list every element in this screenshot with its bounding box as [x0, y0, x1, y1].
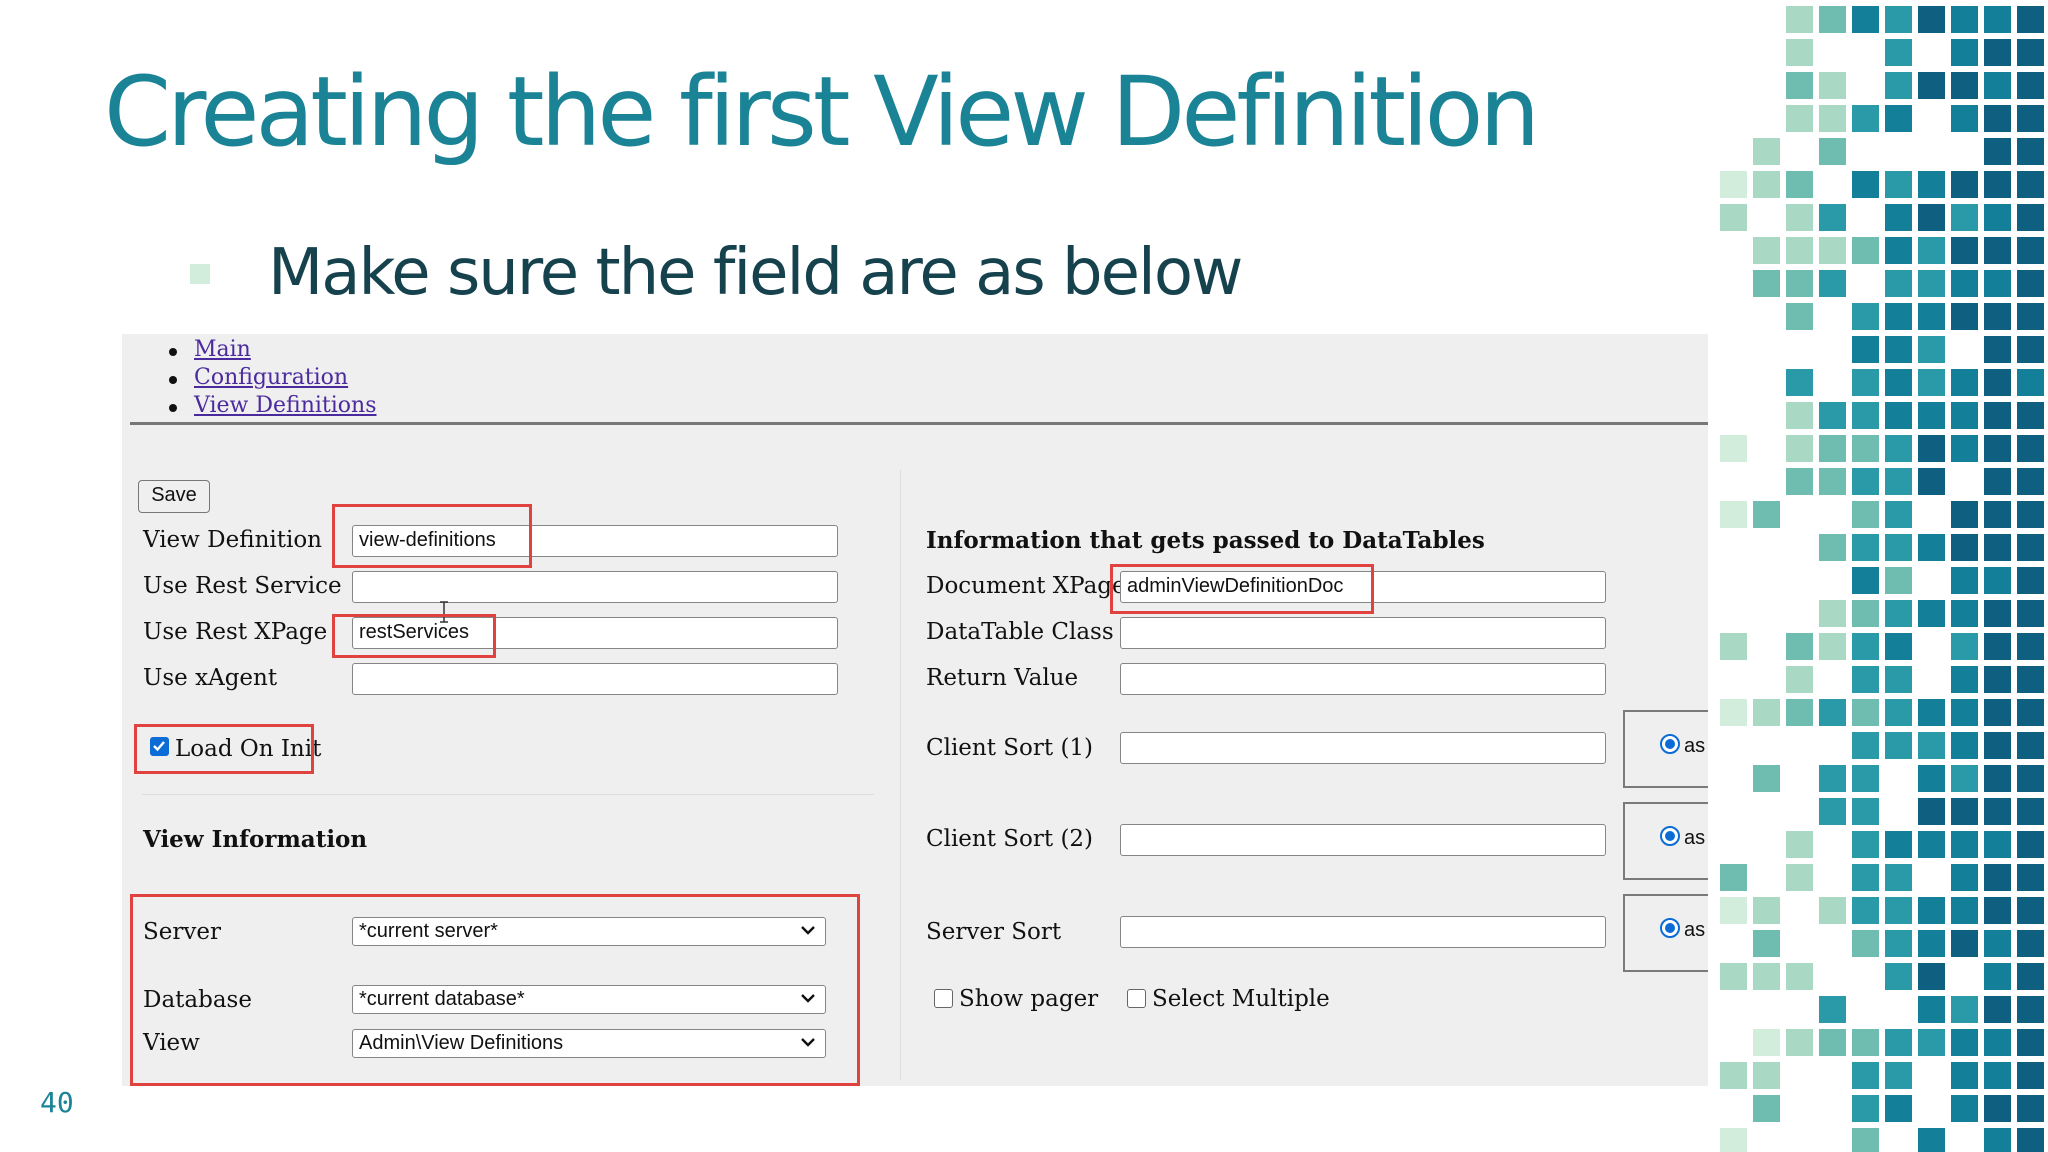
database-label: Database	[143, 987, 252, 1013]
load-on-init-label: Load On Init	[175, 736, 322, 762]
save-button[interactable]: Save	[138, 480, 210, 513]
slide-title: Creating the first View Definition	[104, 56, 1540, 168]
database-selected-value: *current database*	[359, 988, 525, 1010]
client-sort-2-radio-label: as	[1684, 827, 1706, 849]
document-xpage-input[interactable]: adminViewDefinitionDoc	[1120, 571, 1606, 603]
use-xagent-label: Use xAgent	[143, 665, 278, 691]
view-label: View	[143, 1030, 200, 1056]
bullet-text: Make sure the field are as below	[268, 236, 1243, 310]
view-selected-value: Admin\View Definitions	[359, 1032, 564, 1054]
server-sort-input[interactable]	[1120, 916, 1606, 948]
chevron-down-icon	[801, 1038, 815, 1047]
page-number: 40	[40, 1086, 74, 1119]
nav-link-configuration[interactable]: Configuration	[194, 365, 348, 390]
document-xpage-label: Document XPage	[926, 573, 1126, 599]
use-rest-service-label: Use Rest Service	[143, 573, 342, 599]
client-sort-1-radio[interactable]	[1660, 734, 1680, 754]
view-select[interactable]: Admin\View Definitions	[352, 1029, 826, 1058]
return-value-input[interactable]	[1120, 663, 1606, 695]
show-pager-checkbox[interactable]	[934, 989, 953, 1008]
nav-divider	[130, 422, 1708, 425]
client-sort-2-input[interactable]	[1120, 824, 1606, 856]
server-select[interactable]: *current server*	[352, 917, 826, 946]
view-definition-input[interactable]: view-definitions	[352, 525, 838, 557]
nav-link-main[interactable]: Main	[194, 337, 251, 362]
client-sort-1-radio-label: as	[1684, 735, 1706, 757]
nav-item-main[interactable]: Main	[169, 337, 251, 362]
datatable-class-label: DataTable Class	[926, 619, 1114, 645]
nav-item-view-definitions[interactable]: View Definitions	[169, 393, 377, 418]
nav-item-configuration[interactable]: Configuration	[168, 365, 348, 390]
client-sort-1-input[interactable]	[1120, 732, 1606, 764]
server-sort-label: Server Sort	[926, 919, 1062, 945]
datatable-class-input[interactable]	[1120, 617, 1606, 649]
database-select[interactable]: *current database*	[352, 985, 826, 1014]
server-sort-radio-label: as	[1684, 919, 1706, 941]
server-sort-radio[interactable]	[1660, 918, 1680, 938]
checkmark-icon	[153, 741, 165, 752]
use-rest-xpage-input[interactable]: restServices	[352, 617, 838, 649]
show-pager-label: Show pager	[959, 986, 1099, 1012]
bullet-marker	[190, 264, 210, 284]
select-multiple-checkbox[interactable]	[1127, 989, 1146, 1008]
use-rest-service-input[interactable]	[352, 571, 838, 603]
chevron-down-icon	[801, 926, 815, 935]
use-xagent-input[interactable]	[352, 663, 838, 695]
return-value-label: Return Value	[926, 665, 1079, 691]
use-rest-xpage-label: Use Rest XPage	[143, 619, 328, 645]
select-multiple-label: Select Multiple	[1152, 986, 1330, 1012]
column-divider	[900, 470, 901, 1080]
datatables-heading: Information that gets passed to DataTabl…	[926, 527, 1485, 554]
view-information-heading: View Information	[143, 826, 368, 853]
client-sort-2-label: Client Sort (2)	[926, 826, 1094, 852]
server-selected-value: *current server*	[359, 920, 498, 942]
chevron-down-icon	[801, 994, 815, 1003]
section-divider	[142, 794, 874, 795]
client-sort-2-radio[interactable]	[1660, 826, 1680, 846]
load-on-init-checkbox[interactable]	[150, 737, 169, 756]
nav-link-view-definitions[interactable]: View Definitions	[194, 393, 377, 418]
client-sort-1-label: Client Sort (1)	[926, 735, 1094, 761]
server-label: Server	[143, 919, 221, 945]
app-screenshot: Main Configuration View Definitions Save…	[122, 334, 1708, 1086]
view-definition-label: View Definition	[143, 527, 322, 553]
text-cursor-icon	[440, 601, 448, 623]
